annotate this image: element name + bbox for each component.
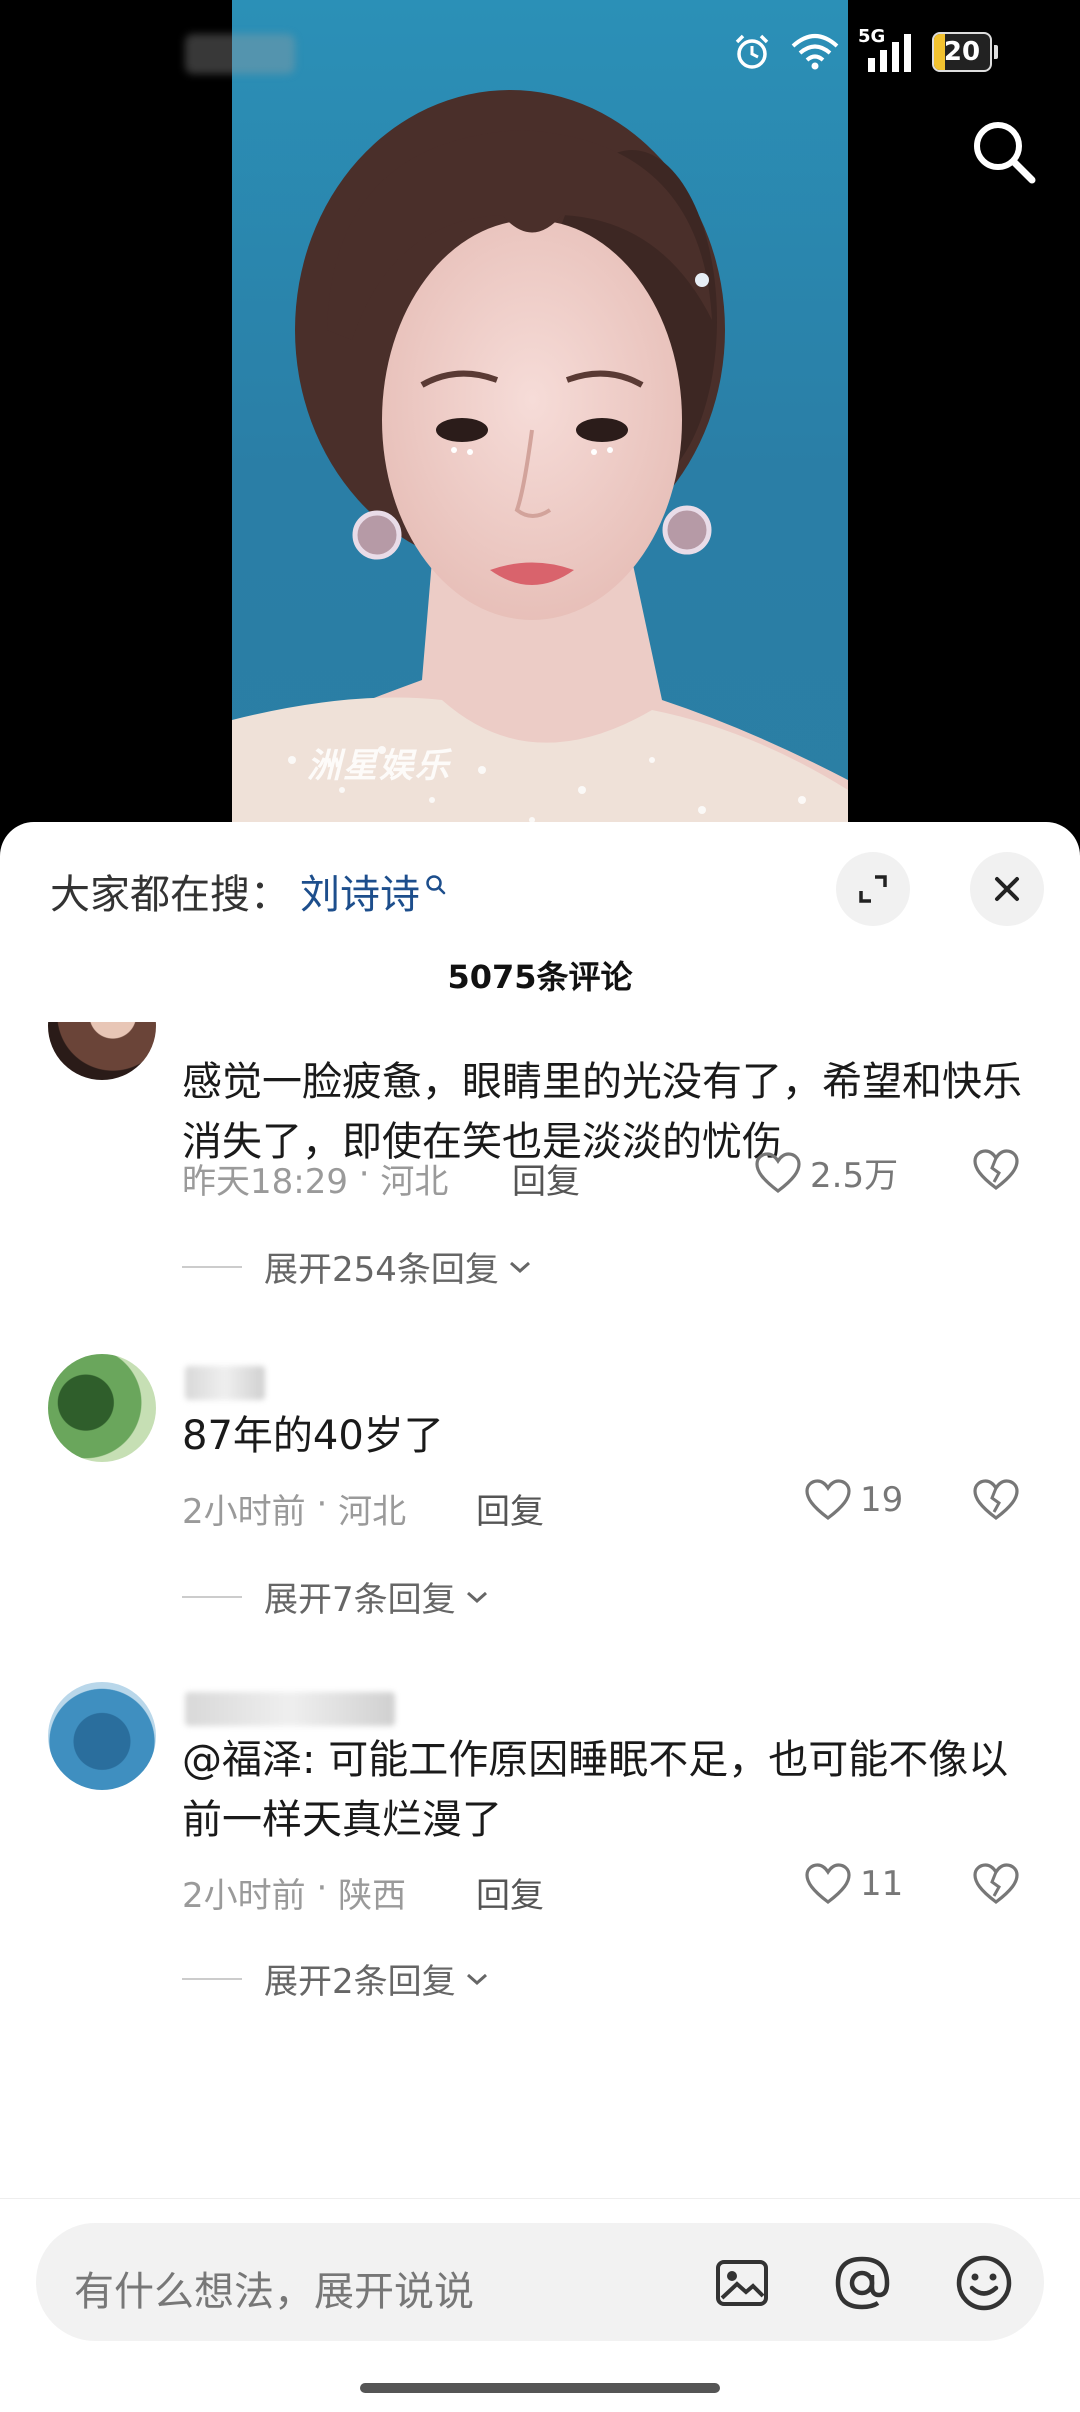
comment-text: @福泽: 可能工作原因睡眠不足，也可能不像以前一样天真烂漫了 [182, 1737, 1009, 1843]
comment-time: 2小时前 [182, 1876, 306, 1916]
expand-replies-button[interactable]: 展开254条回复 [182, 1242, 535, 1291]
comment-time: 昨天18:29 [182, 1162, 348, 1202]
comment-time: 2小时前 [182, 1492, 306, 1532]
video-still [232, 90, 848, 860]
at-icon [835, 2256, 890, 2310]
reply-button[interactable]: 回复 [512, 1154, 580, 1203]
battery-indicator: 20 [932, 32, 998, 72]
comment-meta: 2小时前 · 陕西 [182, 1868, 407, 1916]
comment-input-placeholder[interactable]: 有什么想法，展开说说 [74, 2259, 474, 2317]
dislike-button[interactable] [972, 1478, 1020, 1526]
image-icon [716, 2260, 768, 2306]
search-button[interactable] [964, 112, 1044, 192]
heart-icon [805, 1479, 851, 1521]
broken-heart-icon [973, 1863, 1019, 1905]
video-watermark: 洲星娱乐 [307, 746, 451, 786]
expand-replies-button[interactable]: 展开2条回复 [182, 1954, 492, 2003]
comment-list[interactable]: 感觉一脸疲惫，眼睛里的光没有了，希望和快乐消失了，即使在笑也是淡淡的忧伤 昨天1… [0, 1022, 1080, 2042]
close-panel-button[interactable] [970, 852, 1044, 926]
reply-button[interactable]: 回复 [476, 1484, 544, 1533]
expand-icon [859, 875, 887, 903]
like-count: 11 [860, 1864, 904, 1904]
network-type: 5G [858, 26, 886, 47]
comment-input[interactable]: 有什么想法，展开说说 [36, 2223, 1044, 2341]
like-button[interactable]: 2.5万 [754, 1148, 898, 1197]
status-time-blurred [185, 34, 295, 74]
chevron-down-icon [509, 1261, 530, 1273]
expand-replies-label: 展开254条回复 [264, 1250, 499, 1290]
like-button[interactable]: 11 [804, 1862, 903, 1906]
alarm-icon [735, 34, 769, 69]
avatar[interactable] [48, 1022, 156, 1080]
expand-replies-label: 展开7条回复 [264, 1580, 456, 1620]
chevron-down-icon [466, 1973, 487, 1985]
avatar[interactable] [48, 1354, 156, 1462]
video-frame[interactable]: 洲星娱乐 [232, 0, 848, 860]
expand-panel-button[interactable] [836, 852, 910, 926]
comment-count: 5075条评论 [447, 958, 633, 996]
status-icons: 5G 20 [732, 26, 998, 74]
comment-location: 河北 [380, 1162, 449, 1202]
battery-level: 20 [943, 37, 981, 67]
dislike-button[interactable] [972, 1862, 1020, 1910]
hot-search-bar[interactable]: 大家都在搜： 刘诗诗 [50, 862, 448, 920]
comment-panel: 大家都在搜： 刘诗诗 5075条评论 感觉一脸疲惫，眼睛里的光没有了，希望和快乐… [0, 822, 1080, 2412]
mention-button[interactable] [830, 2251, 894, 2315]
comment-text: 87年的40岁了 [182, 1413, 444, 1459]
like-count: 2.5万 [810, 1156, 899, 1196]
emoji-icon [956, 2255, 1012, 2311]
like-button[interactable]: 19 [804, 1478, 903, 1522]
comment-location: 陕西 [338, 1876, 407, 1916]
search-icon [974, 122, 1036, 184]
home-indicator[interactable] [360, 2383, 720, 2393]
reply-button[interactable]: 回复 [476, 1868, 544, 1917]
status-bar: 5G 20 [0, 0, 1080, 120]
heart-icon [755, 1151, 801, 1193]
emoji-button[interactable] [952, 2251, 1016, 2315]
username-blurred [185, 1366, 265, 1400]
wifi-icon [791, 34, 839, 70]
like-count: 19 [860, 1480, 904, 1520]
search-icon [426, 875, 446, 895]
image-button[interactable] [710, 2251, 774, 2315]
username-blurred [185, 1692, 395, 1726]
comment-meta: 2小时前 · 河北 [182, 1484, 407, 1532]
cellular-signal: 5G [858, 26, 914, 74]
avatar[interactable] [48, 1682, 156, 1790]
dislike-button[interactable] [972, 1148, 1020, 1196]
close-icon [995, 877, 1019, 901]
chevron-down-icon [466, 1591, 487, 1603]
broken-heart-icon [973, 1149, 1019, 1191]
comment-meta: 昨天18:29 · 河北 [182, 1154, 449, 1202]
expand-replies-button[interactable]: 展开7条回复 [182, 1572, 492, 1621]
video-player[interactable]: 洲星娱乐 [0, 0, 1080, 860]
hot-search-label: 大家都在搜： [50, 872, 290, 918]
expand-replies-label: 展开2条回复 [264, 1962, 456, 2002]
heart-icon [805, 1863, 851, 1905]
hot-search-term-link[interactable]: 刘诗诗 [300, 862, 420, 920]
broken-heart-icon [973, 1479, 1019, 1521]
comment-location: 河北 [338, 1492, 407, 1532]
comment-input-bar: 有什么想法，展开说说 [0, 2198, 1080, 2412]
